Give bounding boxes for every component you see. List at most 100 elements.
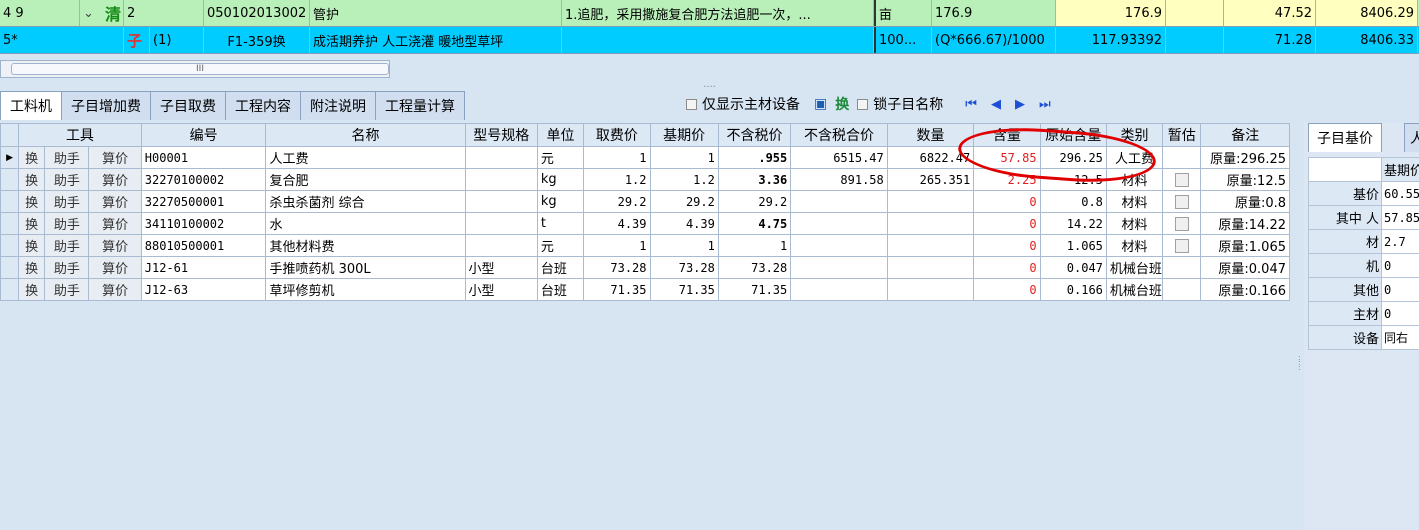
table-row[interactable]: 换助手 算价 34110100002 水 t 4.39 4.39 4.75 0 14.22 材料 原量… — [0, 212, 1290, 235]
cell-spec: 小型 — [464, 256, 538, 279]
tab-zimu-jijia[interactable]: 子目基价 — [1308, 123, 1382, 152]
calc-price-button[interactable]: 算价 — [88, 168, 142, 191]
estimate-checkbox[interactable] — [1174, 238, 1189, 253]
estimate-checkbox[interactable] — [1174, 216, 1189, 231]
row-feature: 1.追肥，采用撒施复合肥方法追肥一次，... — [562, 0, 874, 26]
col-orig-content[interactable]: 原始含量 — [1039, 123, 1107, 147]
cell-qty — [886, 234, 975, 257]
cell-note: 原量:296.25 — [1200, 146, 1290, 169]
breakdown-label: 设备 — [1308, 325, 1382, 350]
estimate-checkbox[interactable] — [1174, 172, 1189, 187]
swap-button[interactable]: 换 — [18, 234, 46, 257]
row-indicator: ▶ — [0, 146, 20, 169]
swap-button[interactable]: 换 — [18, 168, 46, 191]
monitor-icon[interactable]: ▣ — [814, 96, 827, 112]
calc-price-button[interactable]: 算价 — [88, 278, 142, 301]
swap-button[interactable]: 换 — [18, 212, 46, 235]
splitter-handle[interactable]: .... — [0, 80, 1419, 90]
helper-button[interactable]: 助手 — [44, 190, 90, 213]
only-main-checkbox[interactable] — [686, 98, 697, 110]
estimate-checkbox[interactable] — [1174, 194, 1189, 209]
table-row[interactable]: ▶ 换助手 算价 H00001 人工费元 1 1.955 6515.47 6822.47 57.8… — [0, 146, 1290, 169]
col-name[interactable]: 名称 — [265, 123, 466, 147]
col-fee-price[interactable]: 取费价 — [583, 123, 651, 147]
cell-unit: 台班 — [536, 256, 585, 279]
cell-estimate[interactable] — [1162, 234, 1202, 257]
col-notax-price[interactable]: 不含税价 — [717, 123, 792, 147]
first-record-icon[interactable]: ⏮ — [965, 97, 977, 112]
tab-gongcheng-neirong[interactable]: 工程内容 — [225, 91, 301, 120]
col-base-price[interactable]: 基期价 — [649, 123, 719, 147]
helper-button[interactable]: 助手 — [44, 234, 90, 257]
helper-button[interactable]: 助手 — [44, 256, 90, 279]
cell-estimate[interactable] — [1162, 212, 1202, 235]
cell-estimate[interactable] — [1162, 256, 1202, 279]
col-type[interactable]: 类别 — [1105, 123, 1164, 147]
helper-button[interactable]: 助手 — [44, 212, 90, 235]
col-tools[interactable]: 工具 — [18, 123, 142, 147]
helper-button[interactable]: 助手 — [44, 146, 90, 169]
col-unit[interactable]: 单位 — [536, 123, 585, 147]
cell-estimate[interactable] — [1162, 146, 1202, 169]
cell-note: 原量:12.5 — [1200, 168, 1290, 191]
col-qty[interactable]: 数量 — [886, 123, 975, 147]
lock-name-checkbox[interactable] — [857, 98, 869, 110]
row-name: 成活期养护 人工浇灌 暖地型草坪 — [310, 27, 562, 53]
col-note[interactable]: 备注 — [1200, 123, 1290, 147]
swap-button[interactable]: 换 — [18, 278, 46, 301]
swap-button[interactable]: 换 — [18, 190, 46, 213]
collapse-chevron-icon[interactable]: ⌄ — [80, 0, 102, 26]
table-row[interactable]: 换助手 算价 J12-63 草坪修剪机 小型 台班 71.35 71.35 71.35 0 0.16… — [0, 278, 1290, 301]
swap-button[interactable]: 换 — [835, 94, 849, 114]
tab-fuzhu-shuoming[interactable]: 附注说明 — [300, 91, 376, 120]
list-row-zi[interactable]: 5* 子 (1) F1-359换 成活期养护 人工浇灌 暖地型草坪 100...… — [0, 27, 1419, 54]
cell-estimate[interactable] — [1162, 278, 1202, 301]
calc-price-button[interactable]: 算价 — [88, 190, 142, 213]
breakdown-value: 60.55 — [1381, 181, 1419, 206]
swap-button[interactable]: 换 — [18, 256, 46, 279]
col-content[interactable]: 含量 — [973, 123, 1041, 147]
row-total: 8406.29 — [1316, 0, 1418, 26]
tab-zimu-zengjiafei[interactable]: 子目增加费 — [61, 91, 151, 120]
col-code[interactable]: 编号 — [140, 123, 267, 147]
cell-spec — [464, 234, 538, 257]
current-row-arrow-icon: ▶ — [6, 152, 13, 163]
scrollbar-thumb[interactable]: III — [11, 63, 389, 75]
table-row[interactable]: 换助手 算价 32270100002 复合肥 kg 1.2 1.2 3.36 891.58 265… — [0, 168, 1290, 191]
row-indicator — [0, 212, 20, 235]
tab-zimu-qufei[interactable]: 子目取费 — [150, 91, 226, 120]
col-estimate[interactable]: 暂估 — [1162, 123, 1202, 147]
table-row[interactable]: 换助手 算价 J12-61 手推喷药机 300L 小型 台班 73.28 73.28 73.28… — [0, 256, 1290, 279]
horizontal-scrollbar[interactable]: III — [0, 60, 390, 78]
breakdown-label: 其他 — [1308, 277, 1382, 302]
row-indicator — [0, 190, 20, 213]
calc-price-button[interactable]: 算价 — [88, 234, 142, 257]
table-row[interactable]: 换助手 算价 32270500001 杀虫杀菌剂 综合 kg 29.2 29.2 29.2 0 0… — [0, 190, 1290, 213]
swap-button[interactable]: 换 — [18, 146, 46, 169]
calc-price-button[interactable]: 算价 — [88, 146, 142, 169]
list-row-qing[interactable]: 4 9 ⌄ 清 2 050102013002 管护 1.追肥，采用撒施复合肥方法… — [0, 0, 1419, 27]
cell-notax-total — [790, 278, 888, 301]
helper-button[interactable]: 助手 — [44, 168, 90, 191]
cell-estimate[interactable] — [1162, 190, 1202, 213]
table-row[interactable]: 换助手 算价 88010500001 其他材料费元 1 1 1 0 1.065 材料 原量:1.06… — [0, 234, 1290, 257]
next-record-icon[interactable]: ▶ — [1015, 97, 1025, 112]
vertical-splitter[interactable]: ::: — [1298, 354, 1301, 372]
tab-ren[interactable]: 人 — [1404, 123, 1419, 152]
cell-notax-total — [790, 256, 888, 279]
calc-price-button[interactable]: 算价 — [88, 212, 142, 235]
tab-gongliaoji[interactable]: 工料机 — [0, 91, 62, 120]
cell-base-price: 1.2 — [649, 168, 719, 191]
col-notax-total[interactable]: 不含税合价 — [790, 123, 888, 147]
cell-qty — [886, 256, 975, 279]
calc-price-button[interactable]: 算价 — [88, 256, 142, 279]
prev-record-icon[interactable]: ◀ — [991, 97, 1001, 112]
col-spec[interactable]: 型号规格 — [464, 123, 538, 147]
helper-button[interactable]: 助手 — [44, 278, 90, 301]
cell-estimate[interactable] — [1162, 168, 1202, 191]
tab-gongchengliang-jisuan[interactable]: 工程量计算 — [375, 91, 465, 120]
breakdown-value: 0 — [1381, 277, 1419, 302]
cell-code: H00001 — [140, 146, 267, 169]
row-empty — [1166, 27, 1224, 53]
last-record-icon[interactable]: ⏭ — [1039, 97, 1051, 112]
